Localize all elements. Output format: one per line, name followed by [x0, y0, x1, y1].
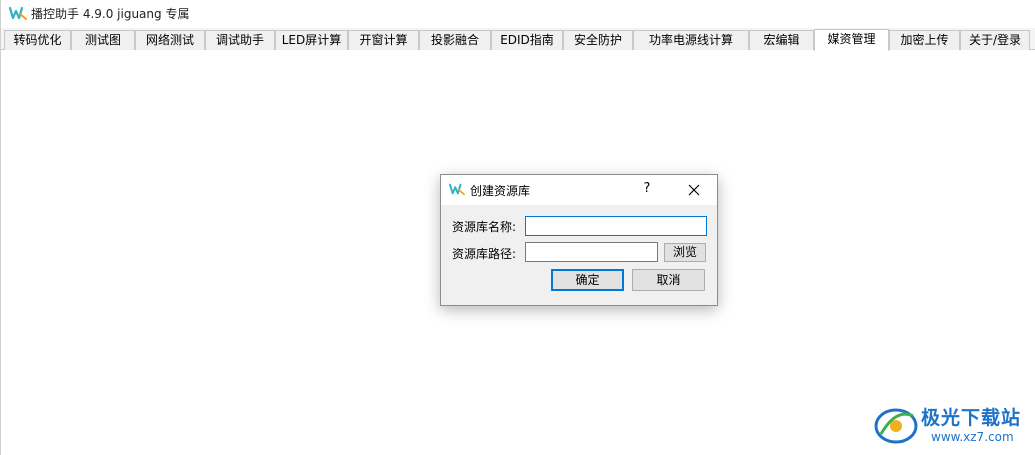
tab-5[interactable]: LED屏计算 [275, 30, 348, 50]
library-name-label: 资源库名称: [452, 220, 517, 234]
tab-4[interactable]: 调试助手 [205, 30, 275, 50]
watermark-url: www.xz7.com [931, 430, 1014, 444]
watermark-logo-icon [874, 408, 918, 444]
tab-13[interactable]: 加密上传 [889, 30, 960, 50]
tab-11[interactable]: 宏编辑 [749, 30, 814, 50]
cancel-button[interactable]: 取消 [632, 269, 705, 291]
tab-3[interactable]: 网络测试 [135, 30, 205, 50]
watermark: 极光下载站 www.xz7.com [873, 402, 1033, 450]
tab-10[interactable]: 功率电源线计算 [633, 30, 749, 50]
close-button[interactable] [685, 181, 703, 199]
library-name-input[interactable] [525, 216, 707, 236]
tab-12[interactable]: 媒资管理 [814, 29, 889, 51]
tab-bar: 转码优化 测试图 网络测试 调试助手 LED屏计算 开窗计算 投影融合 EDID指南 安全防护功… [1, 28, 1035, 51]
tab-8[interactable]: EDID指南 [491, 30, 563, 50]
tab-7[interactable]: 投影融合 [419, 30, 491, 50]
app-logo-icon [9, 6, 27, 20]
library-path-label: 资源库路径: [452, 247, 517, 261]
tab-14[interactable]: 关于/登录 [960, 30, 1030, 50]
create-library-dialog: 创建资源库 ? 资源库名称: 资源库路径: 浏览 确定 取消 [440, 174, 718, 306]
close-icon [688, 184, 700, 196]
tab-1[interactable]: 转码优化 [4, 30, 71, 50]
library-path-input[interactable] [525, 242, 658, 262]
dialog-title-bar: 创建资源库 ? [441, 175, 717, 205]
main-window: 播控助手 4.9.0 jiguang 专属 转码优化 测试图 网络测试 调试助手 LED… [0, 0, 1035, 455]
dialog-logo-icon [449, 183, 465, 196]
tab-2[interactable]: 测试图 [71, 30, 135, 50]
dialog-title: 创建资源库 [470, 184, 531, 198]
tab-9[interactable]: 安全防护 [563, 30, 633, 50]
app-title: 播控助手 4.9.0 jiguang 专属 [31, 7, 190, 21]
ok-button[interactable]: 确定 [551, 269, 624, 291]
browse-button[interactable]: 浏览 [664, 243, 706, 262]
tab-6[interactable]: 开窗计算 [348, 30, 419, 50]
watermark-name: 极光下载站 [921, 407, 1022, 429]
title-bar: 播控助手 4.9.0 jiguang 专属 [1, 0, 1035, 28]
help-button[interactable]: ? [639, 181, 655, 197]
